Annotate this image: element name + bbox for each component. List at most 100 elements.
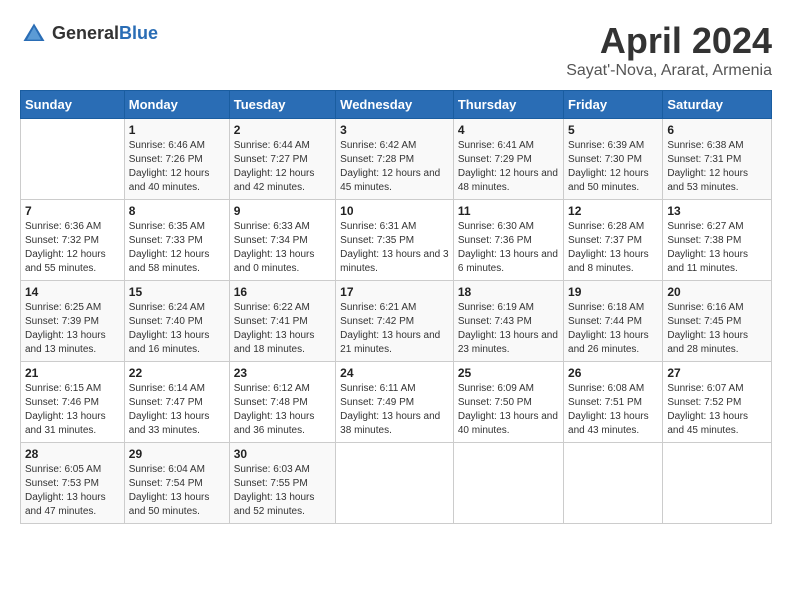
day-number: 11 — [458, 204, 559, 218]
day-number: 18 — [458, 285, 559, 299]
calendar-week-row: 14 Sunrise: 6:25 AMSunset: 7:39 PMDaylig… — [21, 281, 772, 362]
calendar-cell: 15 Sunrise: 6:24 AMSunset: 7:40 PMDaylig… — [124, 281, 229, 362]
day-info: Sunrise: 6:41 AMSunset: 7:29 PMDaylight:… — [458, 139, 559, 195]
day-number: 25 — [458, 366, 559, 380]
logo-general-text: GeneralBlue — [52, 24, 158, 44]
day-info: Sunrise: 6:22 AMSunset: 7:41 PMDaylight:… — [234, 301, 331, 357]
calendar-cell: 16 Sunrise: 6:22 AMSunset: 7:41 PMDaylig… — [229, 281, 335, 362]
weekday-header: Sunday — [21, 91, 125, 119]
weekday-header: Monday — [124, 91, 229, 119]
day-info: Sunrise: 6:08 AMSunset: 7:51 PMDaylight:… — [568, 382, 658, 438]
weekday-header-row: SundayMondayTuesdayWednesdayThursdayFrid… — [21, 91, 772, 119]
day-info: Sunrise: 6:24 AMSunset: 7:40 PMDaylight:… — [129, 301, 225, 357]
calendar-cell — [453, 443, 563, 524]
calendar-cell: 14 Sunrise: 6:25 AMSunset: 7:39 PMDaylig… — [21, 281, 125, 362]
calendar-cell: 27 Sunrise: 6:07 AMSunset: 7:52 PMDaylig… — [663, 362, 772, 443]
day-info: Sunrise: 6:35 AMSunset: 7:33 PMDaylight:… — [129, 220, 225, 276]
calendar-cell: 12 Sunrise: 6:28 AMSunset: 7:37 PMDaylig… — [564, 200, 663, 281]
day-number: 2 — [234, 123, 331, 137]
calendar-cell: 6 Sunrise: 6:38 AMSunset: 7:31 PMDayligh… — [663, 119, 772, 200]
day-info: Sunrise: 6:25 AMSunset: 7:39 PMDaylight:… — [25, 301, 120, 357]
page-header: GeneralBlue April 2024 Sayat'-Nova, Arar… — [20, 20, 772, 80]
logo-icon — [20, 20, 48, 48]
day-info: Sunrise: 6:21 AMSunset: 7:42 PMDaylight:… — [340, 301, 449, 357]
day-number: 14 — [25, 285, 120, 299]
page-subtitle: Sayat'-Nova, Ararat, Armenia — [566, 62, 772, 80]
day-number: 20 — [667, 285, 767, 299]
calendar-table: SundayMondayTuesdayWednesdayThursdayFrid… — [20, 90, 772, 524]
day-info: Sunrise: 6:33 AMSunset: 7:34 PMDaylight:… — [234, 220, 331, 276]
calendar-cell: 19 Sunrise: 6:18 AMSunset: 7:44 PMDaylig… — [564, 281, 663, 362]
day-number: 13 — [667, 204, 767, 218]
day-number: 27 — [667, 366, 767, 380]
calendar-cell: 28 Sunrise: 6:05 AMSunset: 7:53 PMDaylig… — [21, 443, 125, 524]
weekday-header: Saturday — [663, 91, 772, 119]
day-info: Sunrise: 6:18 AMSunset: 7:44 PMDaylight:… — [568, 301, 658, 357]
day-number: 30 — [234, 447, 331, 461]
day-info: Sunrise: 6:11 AMSunset: 7:49 PMDaylight:… — [340, 382, 449, 438]
day-number: 28 — [25, 447, 120, 461]
calendar-cell — [663, 443, 772, 524]
weekday-header: Thursday — [453, 91, 563, 119]
day-number: 9 — [234, 204, 331, 218]
day-number: 1 — [129, 123, 225, 137]
page-title: April 2024 — [566, 20, 772, 62]
day-info: Sunrise: 6:36 AMSunset: 7:32 PMDaylight:… — [25, 220, 120, 276]
day-info: Sunrise: 6:05 AMSunset: 7:53 PMDaylight:… — [25, 463, 120, 519]
calendar-cell — [564, 443, 663, 524]
calendar-week-row: 28 Sunrise: 6:05 AMSunset: 7:53 PMDaylig… — [21, 443, 772, 524]
calendar-cell: 26 Sunrise: 6:08 AMSunset: 7:51 PMDaylig… — [564, 362, 663, 443]
calendar-cell — [336, 443, 454, 524]
calendar-cell: 1 Sunrise: 6:46 AMSunset: 7:26 PMDayligh… — [124, 119, 229, 200]
calendar-cell: 22 Sunrise: 6:14 AMSunset: 7:47 PMDaylig… — [124, 362, 229, 443]
day-number: 24 — [340, 366, 449, 380]
day-info: Sunrise: 6:30 AMSunset: 7:36 PMDaylight:… — [458, 220, 559, 276]
calendar-cell: 11 Sunrise: 6:30 AMSunset: 7:36 PMDaylig… — [453, 200, 563, 281]
calendar-cell: 17 Sunrise: 6:21 AMSunset: 7:42 PMDaylig… — [336, 281, 454, 362]
day-info: Sunrise: 6:39 AMSunset: 7:30 PMDaylight:… — [568, 139, 658, 195]
day-info: Sunrise: 6:46 AMSunset: 7:26 PMDaylight:… — [129, 139, 225, 195]
day-info: Sunrise: 6:09 AMSunset: 7:50 PMDaylight:… — [458, 382, 559, 438]
calendar-cell: 24 Sunrise: 6:11 AMSunset: 7:49 PMDaylig… — [336, 362, 454, 443]
calendar-cell: 2 Sunrise: 6:44 AMSunset: 7:27 PMDayligh… — [229, 119, 335, 200]
weekday-header: Wednesday — [336, 91, 454, 119]
day-number: 15 — [129, 285, 225, 299]
day-info: Sunrise: 6:42 AMSunset: 7:28 PMDaylight:… — [340, 139, 449, 195]
day-info: Sunrise: 6:12 AMSunset: 7:48 PMDaylight:… — [234, 382, 331, 438]
day-info: Sunrise: 6:15 AMSunset: 7:46 PMDaylight:… — [25, 382, 120, 438]
calendar-cell: 30 Sunrise: 6:03 AMSunset: 7:55 PMDaylig… — [229, 443, 335, 524]
calendar-cell: 9 Sunrise: 6:33 AMSunset: 7:34 PMDayligh… — [229, 200, 335, 281]
calendar-cell — [21, 119, 125, 200]
calendar-cell: 25 Sunrise: 6:09 AMSunset: 7:50 PMDaylig… — [453, 362, 563, 443]
logo: GeneralBlue — [20, 20, 158, 48]
day-info: Sunrise: 6:31 AMSunset: 7:35 PMDaylight:… — [340, 220, 449, 276]
day-number: 22 — [129, 366, 225, 380]
day-info: Sunrise: 6:38 AMSunset: 7:31 PMDaylight:… — [667, 139, 767, 195]
calendar-cell: 21 Sunrise: 6:15 AMSunset: 7:46 PMDaylig… — [21, 362, 125, 443]
day-number: 19 — [568, 285, 658, 299]
day-info: Sunrise: 6:44 AMSunset: 7:27 PMDaylight:… — [234, 139, 331, 195]
day-number: 17 — [340, 285, 449, 299]
day-number: 5 — [568, 123, 658, 137]
title-area: April 2024 Sayat'-Nova, Ararat, Armenia — [566, 20, 772, 80]
day-number: 21 — [25, 366, 120, 380]
day-info: Sunrise: 6:03 AMSunset: 7:55 PMDaylight:… — [234, 463, 331, 519]
weekday-header: Friday — [564, 91, 663, 119]
calendar-cell: 3 Sunrise: 6:42 AMSunset: 7:28 PMDayligh… — [336, 119, 454, 200]
day-number: 3 — [340, 123, 449, 137]
day-number: 12 — [568, 204, 658, 218]
calendar-cell: 18 Sunrise: 6:19 AMSunset: 7:43 PMDaylig… — [453, 281, 563, 362]
day-number: 16 — [234, 285, 331, 299]
calendar-cell: 4 Sunrise: 6:41 AMSunset: 7:29 PMDayligh… — [453, 119, 563, 200]
day-number: 4 — [458, 123, 559, 137]
day-info: Sunrise: 6:14 AMSunset: 7:47 PMDaylight:… — [129, 382, 225, 438]
day-number: 10 — [340, 204, 449, 218]
calendar-week-row: 7 Sunrise: 6:36 AMSunset: 7:32 PMDayligh… — [21, 200, 772, 281]
weekday-header: Tuesday — [229, 91, 335, 119]
calendar-cell: 5 Sunrise: 6:39 AMSunset: 7:30 PMDayligh… — [564, 119, 663, 200]
day-info: Sunrise: 6:04 AMSunset: 7:54 PMDaylight:… — [129, 463, 225, 519]
day-number: 8 — [129, 204, 225, 218]
day-number: 7 — [25, 204, 120, 218]
day-number: 23 — [234, 366, 331, 380]
calendar-cell: 20 Sunrise: 6:16 AMSunset: 7:45 PMDaylig… — [663, 281, 772, 362]
